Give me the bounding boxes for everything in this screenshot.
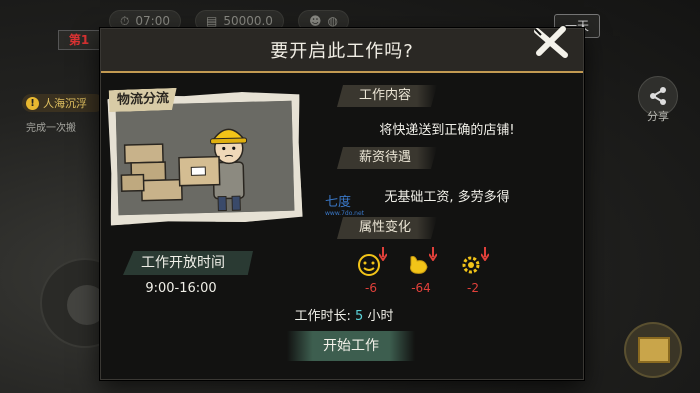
share-icon	[650, 87, 666, 105]
start-work-button[interactable]: 开始工作	[287, 331, 415, 361]
content-label: 工作内容	[337, 85, 437, 107]
dialog-header: 要开启此工作吗?	[101, 29, 583, 73]
attribute-label: 属性变化	[337, 217, 437, 239]
watermark-text: 七度	[325, 195, 352, 210]
salary-text: 无基础工资, 多劳多得	[384, 190, 510, 205]
open-time-value: 9:00-16:00	[145, 281, 217, 296]
attribute-energy: -2	[453, 247, 493, 295]
cash-icon: ▤	[205, 14, 218, 28]
dialog-title: 要开启此工作吗?	[270, 41, 414, 62]
share-label: 分享	[647, 110, 669, 123]
attribute-hunger: -64	[401, 247, 441, 295]
attribute-delta: -2	[467, 281, 479, 295]
attribute-mood: -6	[351, 247, 391, 295]
close-button[interactable]	[527, 21, 575, 63]
duration-unit: 小时	[367, 309, 394, 324]
worker-carrying-boxes-image	[116, 101, 295, 216]
task-banner[interactable]: ! 人海沉浮	[22, 94, 104, 112]
work-duration: 工作时长: 5 小时	[269, 305, 419, 324]
illustration-tag: 物流分流	[109, 88, 178, 112]
duration-prefix: 工作时长:	[294, 309, 351, 324]
content-text: 将快递送到正确的店铺!	[379, 123, 515, 138]
money-value: 50000.0	[223, 14, 273, 28]
close-icon	[534, 26, 568, 58]
salary-label: 薪资待遇	[337, 147, 437, 169]
decrease-arrow-icon	[481, 247, 489, 261]
inventory-button[interactable]	[624, 322, 682, 378]
alert-icon: !	[26, 96, 39, 110]
attribute-delta: -64	[411, 281, 431, 295]
task-title: 人海沉浮	[43, 97, 87, 110]
decrease-arrow-icon	[379, 247, 387, 261]
illustration-scene	[116, 101, 295, 216]
cup-icon: ◍	[327, 14, 338, 28]
duration-value: 5	[355, 309, 364, 324]
time-value: 07:00	[135, 14, 170, 28]
crate-icon	[638, 337, 670, 363]
decrease-arrow-icon	[429, 247, 437, 261]
watermark: 七度 www.7do.net	[325, 191, 364, 217]
task-subtitle: 完成一次搬	[26, 123, 76, 134]
job-confirm-dialog: 要开启此工作吗? 物流分流 工作内容 将快递送到正确的店铺! 薪资待遇 无基础工…	[100, 26, 584, 380]
cat-icon: ☻	[308, 14, 322, 28]
clock-icon: ⏱	[120, 13, 130, 28]
day-badge: 第1	[58, 30, 100, 50]
open-time-label: 工作开放时间	[123, 251, 253, 275]
attribute-delta: -6	[365, 281, 377, 295]
watermark-url: www.7do.net	[325, 210, 365, 217]
